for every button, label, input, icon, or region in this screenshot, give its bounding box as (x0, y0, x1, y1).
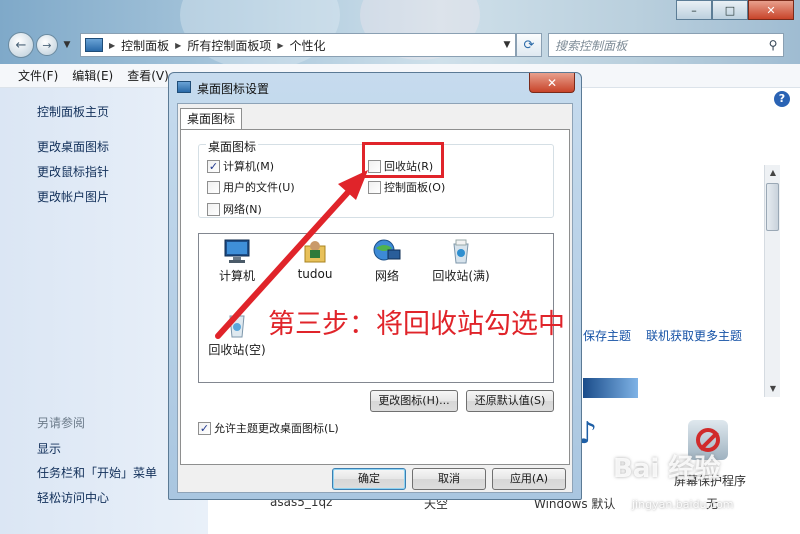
network-icon (373, 239, 401, 261)
history-dropdown-icon[interactable]: ▼ (60, 40, 74, 50)
checkbox-label: 控制面板(O) (384, 181, 446, 194)
chevron-right-icon: ▶ (175, 40, 182, 50)
restore-default-button[interactable]: 还原默认值(S) (466, 390, 554, 412)
recycle-bin-full-icon (453, 239, 469, 264)
checkbox-box[interactable] (207, 202, 220, 216)
checkbox-label: 允许主题更改桌面图标(L) (214, 422, 339, 435)
link-change-mouse-pointers[interactable]: 更改鼠标指针 (37, 163, 109, 180)
search-icon[interactable]: ⚲ (763, 38, 783, 52)
refresh-button[interactable]: ⟳ (516, 33, 542, 57)
see-also-title: 另请参阅 (37, 416, 86, 430)
cancel-button[interactable]: 取消 (412, 468, 486, 490)
chevron-right-icon: ▶ (109, 40, 116, 50)
breadcrumb-all-items[interactable]: 所有控制面板项 (187, 37, 271, 54)
link-change-desktop-icons[interactable]: 更改桌面图标 (37, 138, 109, 155)
window-close-button[interactable]: ✕ (748, 0, 794, 20)
apply-button[interactable]: 应用(A) (492, 468, 566, 490)
breadcrumb-control-panel[interactable]: 控制面板 (121, 37, 169, 54)
control-panel-icon (85, 38, 103, 52)
checkbox-box[interactable]: ✓ (198, 421, 211, 435)
link-ease-of-access[interactable]: 轻松访问中心 (37, 489, 109, 506)
more-themes-link[interactable]: 联机获取更多主题 (646, 327, 742, 344)
watermark-url: jingyan.baidu.com (632, 498, 734, 511)
ok-button[interactable]: 确定 (332, 468, 406, 490)
checkbox-allow-themes[interactable]: ✓ 允许主题更改桌面图标(L) (198, 420, 339, 436)
address-bar[interactable]: ▶ 控制面板 ▶ 所有控制面板项 ▶ 个性化 ▼ (80, 33, 516, 57)
navigation-bar: ← → ▼ ▶ 控制面板 ▶ 所有控制面板项 ▶ 个性化 ▼ ⟳ 搜索控制面板 … (8, 32, 792, 58)
checkbox-label: 网络(N) (223, 203, 262, 216)
link-taskbar-start-menu[interactable]: 任务栏和「开始」菜单 (37, 464, 157, 481)
checkbox-control-panel[interactable]: 控制面板(O) (368, 179, 445, 195)
theme-list (583, 165, 779, 397)
preview-network[interactable]: 网络 (364, 238, 410, 284)
caption-buttons: – □ ✕ (676, 0, 794, 20)
annotation-text: 第三步：将回收站勾选中 (268, 309, 565, 340)
theme-thumbnail[interactable] (583, 378, 638, 398)
menu-file[interactable]: 文件(F) (18, 67, 58, 84)
forward-button[interactable]: → (36, 34, 58, 56)
checkbox-label: 计算机(M) (223, 160, 275, 173)
help-icon[interactable]: ? (774, 91, 790, 107)
scroll-down-icon[interactable]: ▼ (765, 381, 781, 397)
dialog-title: 桌面图标设置 (197, 82, 270, 96)
checkbox-user-files[interactable]: 用户的文件(U) (207, 179, 295, 195)
checkbox-box[interactable] (207, 180, 220, 194)
refresh-icon: ⟳ (523, 37, 535, 53)
preview-label: 网络 (374, 269, 399, 283)
computer-icon (224, 239, 250, 263)
theme-list-scrollbar[interactable]: ▲ ▼ (764, 165, 780, 397)
menu-edit[interactable]: 编辑(E) (72, 67, 113, 84)
minimize-button[interactable]: – (676, 0, 712, 20)
preview-label: 计算机 (218, 269, 255, 283)
group-title: 桌面图标 (206, 138, 259, 155)
chevron-right-icon: ▶ (277, 40, 284, 50)
dialog-titlebar[interactable]: 桌面图标设置 ✕ (169, 73, 581, 99)
search-placeholder: 搜索控制面板 (555, 38, 628, 53)
checkbox-network[interactable]: 网络(N) (207, 201, 262, 217)
change-icon-button[interactable]: 更改图标(H)... (370, 390, 458, 412)
link-control-panel-home[interactable]: 控制面板主页 (37, 103, 109, 120)
scroll-up-icon[interactable]: ▲ (765, 165, 781, 181)
user-folder-icon (304, 241, 326, 263)
maximize-button[interactable]: □ (712, 0, 748, 20)
back-arrow-icon: ← (15, 37, 27, 53)
baidu-watermark: Bai 经验 (613, 454, 721, 484)
checkbox-box[interactable]: ✓ (207, 159, 220, 173)
tab-desktop-icons[interactable]: 桌面图标 (180, 108, 242, 130)
recycle-bin-empty-icon (229, 315, 245, 338)
preview-user-folder[interactable]: tudou (292, 238, 338, 281)
checkbox-label: 用户的文件(U) (223, 181, 295, 194)
preview-computer[interactable]: 计算机 (214, 238, 260, 284)
annotation-highlight-box (362, 142, 444, 178)
menu-view[interactable]: 查看(V) (127, 67, 169, 84)
checkbox-computer[interactable]: ✓ 计算机(M) (207, 158, 274, 174)
checkbox-box[interactable] (368, 180, 381, 194)
preview-label: 回收站(空) (208, 343, 266, 357)
preview-label: 回收站(满) (432, 269, 490, 283)
scroll-thumb[interactable] (766, 183, 779, 231)
forward-arrow-icon: → (42, 38, 52, 52)
save-theme-link[interactable]: 保存主题 (583, 327, 631, 344)
preview-label: tudou (297, 267, 333, 281)
preview-recycle-bin-full[interactable]: 回收站(满) (428, 238, 494, 284)
search-input[interactable]: 搜索控制面板 ⚲ (548, 33, 784, 57)
desktop-settings-icon (177, 81, 191, 93)
preview-recycle-bin-empty[interactable]: 回收站(空) (204, 312, 270, 358)
breadcrumb-personalization[interactable]: 个性化 (290, 37, 326, 54)
chevron-down-icon[interactable]: ▼ (499, 40, 515, 50)
dialog-close-button[interactable]: ✕ (529, 73, 575, 93)
back-button[interactable]: ← (8, 32, 34, 58)
link-change-account-picture[interactable]: 更改帐户图片 (37, 188, 109, 205)
link-display[interactable]: 显示 (37, 440, 61, 457)
